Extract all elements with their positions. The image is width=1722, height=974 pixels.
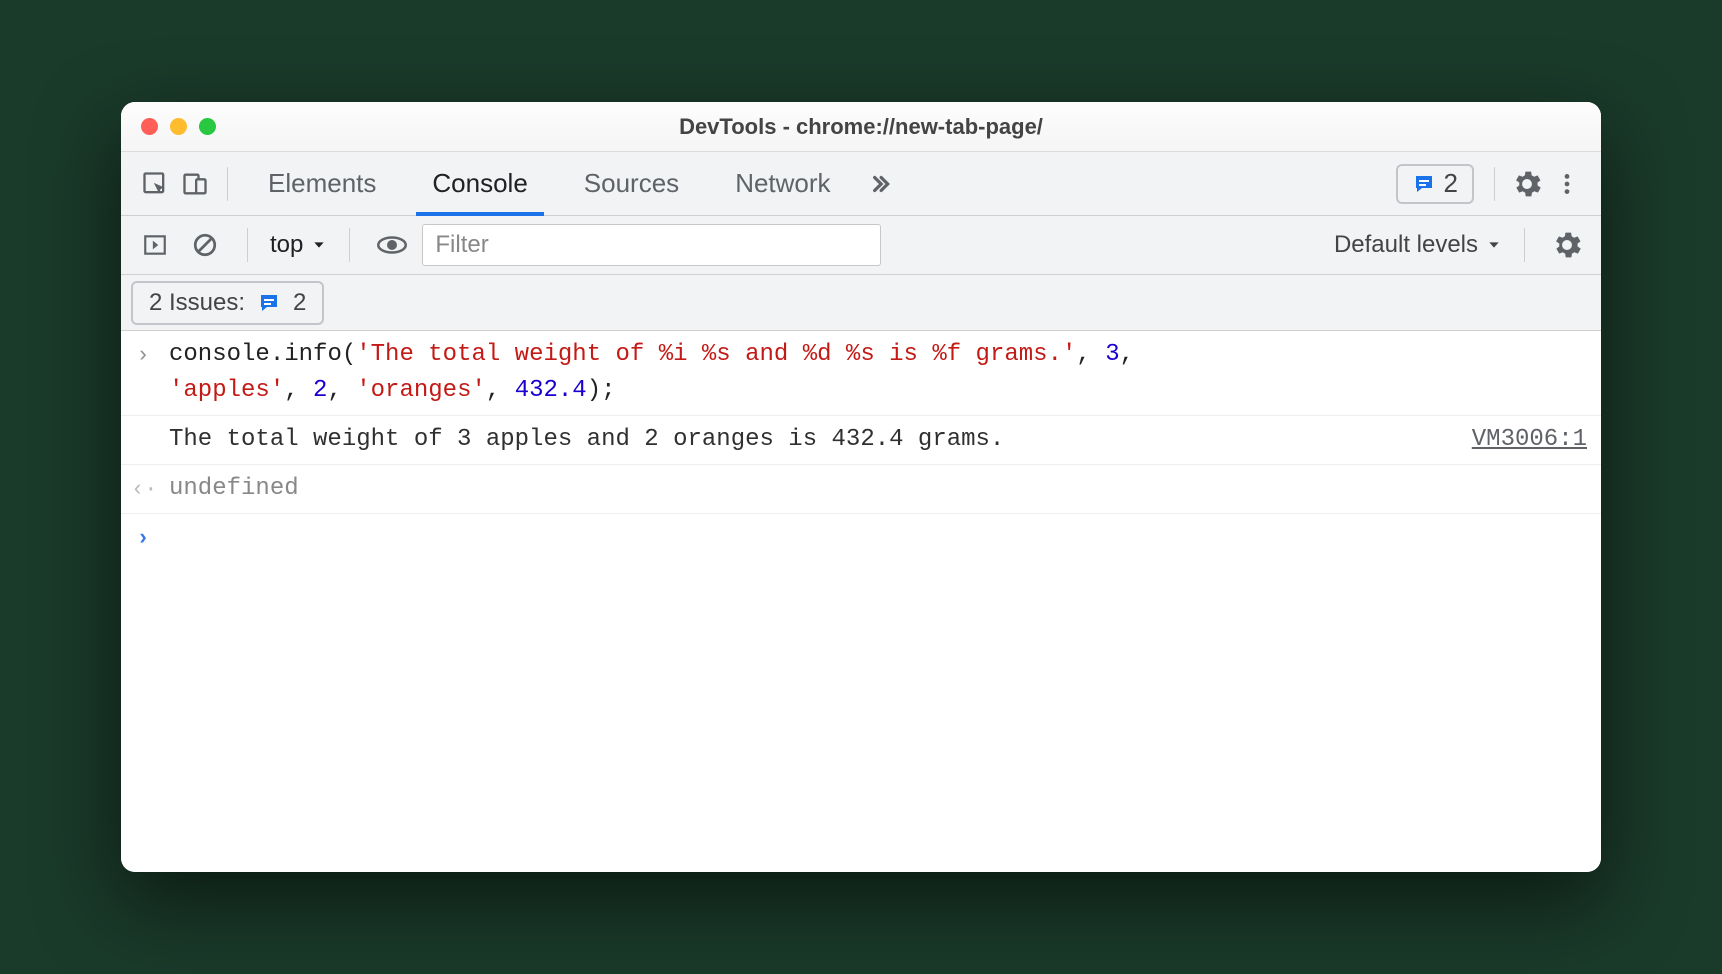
live-expression-icon[interactable] (372, 225, 412, 265)
clear-console-icon[interactable] (185, 225, 225, 265)
tab-elements[interactable]: Elements (240, 152, 404, 215)
console-output-text: The total weight of 3 apples and 2 orang… (169, 422, 1004, 458)
minimize-window-button[interactable] (170, 118, 187, 135)
chevron-down-icon (311, 237, 327, 253)
console-return-row: ‹· undefined (121, 465, 1601, 514)
tab-sources[interactable]: Sources (556, 152, 707, 215)
issues-pill-count: 2 (293, 289, 306, 317)
console-return-value: undefined (169, 471, 1587, 507)
separator (1494, 167, 1495, 201)
issues-label: 2 Issues: (149, 289, 245, 317)
context-label: top (270, 231, 303, 259)
console-prompt-input[interactable] (169, 520, 1587, 555)
console-input-code: console.info('The total weight of %i %s … (169, 337, 1587, 409)
issues-badge[interactable]: 2 (1396, 164, 1474, 204)
toggle-sidebar-icon[interactable] (135, 225, 175, 265)
console-settings-icon[interactable] (1547, 225, 1587, 265)
context-selector[interactable]: top (270, 231, 327, 259)
close-window-button[interactable] (141, 118, 158, 135)
return-chevron-icon: ‹· (131, 471, 155, 507)
tab-console[interactable]: Console (404, 152, 555, 215)
console-input-row: › console.info('The total weight of %i %… (121, 331, 1601, 416)
separator (227, 167, 228, 201)
console-toolbar: top Default levels (121, 216, 1601, 275)
window-title: DevTools - chrome://new-tab-page/ (121, 114, 1601, 140)
settings-icon[interactable] (1507, 164, 1547, 204)
devtools-window: DevTools - chrome://new-tab-page/ Elemen… (121, 102, 1601, 872)
window-controls (141, 118, 216, 135)
filter-input[interactable] (422, 224, 881, 266)
output-gutter (131, 422, 155, 458)
issues-count: 2 (1444, 168, 1458, 199)
issues-row: 2 Issues: 2 (121, 275, 1601, 331)
maximize-window-button[interactable] (199, 118, 216, 135)
more-tabs-icon[interactable] (859, 164, 899, 204)
chevron-down-icon (1486, 237, 1502, 253)
separator (247, 228, 248, 262)
prompt-chevron-icon: › (131, 520, 155, 555)
titlebar: DevTools - chrome://new-tab-page/ (121, 102, 1601, 152)
inspect-element-icon[interactable] (135, 164, 175, 204)
issues-pill[interactable]: 2 Issues: 2 (131, 281, 324, 325)
console-prompt-row[interactable]: › (121, 514, 1601, 561)
log-levels-selector[interactable]: Default levels (1334, 231, 1502, 259)
console-output-row: The total weight of 3 apples and 2 orang… (121, 416, 1601, 465)
issues-icon (257, 291, 281, 315)
device-toolbar-icon[interactable] (175, 164, 215, 204)
kebab-menu-icon[interactable] (1547, 164, 1587, 204)
source-link[interactable]: VM3006:1 (1472, 422, 1587, 458)
input-chevron-icon: › (131, 337, 155, 409)
tabbar: Elements Console Sources Network 2 (121, 152, 1601, 216)
console-body: › console.info('The total weight of %i %… (121, 331, 1601, 872)
separator (1524, 228, 1525, 262)
tab-network[interactable]: Network (707, 152, 858, 215)
issues-icon (1412, 172, 1436, 196)
separator (349, 228, 350, 262)
levels-label: Default levels (1334, 231, 1478, 259)
